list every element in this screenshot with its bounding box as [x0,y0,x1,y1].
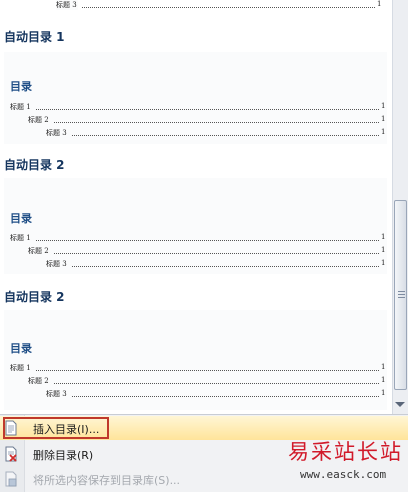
toc-leader-dots [54,382,379,384]
toc-leader-dots [72,134,379,136]
toc-leader-dots [54,252,379,254]
toc-line-label: 标题 3 [46,128,68,138]
toc-line-label: 标题 3 [46,389,68,399]
toc-page-number: 1 [381,115,386,123]
gallery-item-auto-toc-1[interactable]: 自动目录 1 目录 标题 1 1 标题 2 1 标题 3 1 [0,24,392,148]
menu-item-label: 插入目录(I)... [33,423,100,436]
toc-line-level-1: 标题 1 1 [10,363,386,373]
toc-line-level-3: 标题 3 1 [56,0,382,10]
toc-page-number: 1 [377,0,382,8]
toc-leader-dots [36,108,379,110]
gallery-item-heading: 自动目录 2 [4,290,65,304]
gallery-item-auto-toc-2[interactable]: 自动目录 2 目录 标题 1 1 标题 2 1 标题 3 1 [0,152,392,276]
gallery-item-heading: 自动目录 2 [4,158,65,172]
document-icon [5,420,17,436]
toc-leader-dots [54,121,379,123]
toc-line-level-2: 标题 2 1 [28,115,386,125]
toc-leader-dots [72,395,379,397]
menu-item-label: 删除目录(R) [33,449,94,462]
toc-leader-dots [36,369,379,371]
toc-preview-title: 目录 [10,80,32,93]
toc-line-label: 标题 2 [28,376,50,386]
toc-line-level-1: 标题 1 1 [10,233,386,243]
watermark-url: www.easck.com [300,468,387,481]
toc-line-label: 标题 3 [46,259,68,269]
toc-preview: 目录 标题 1 1 标题 2 1 标题 3 1 [4,178,387,274]
toc-page-number: 1 [381,246,386,254]
toc-page-number: 1 [381,363,386,371]
toc-preview-title: 目录 [10,212,32,225]
toc-leader-dots [36,239,379,241]
toc-line-level-3: 标题 3 1 [46,389,386,399]
toc-line-label: 标题 1 [10,233,32,243]
toc-line-label: 标题 1 [10,363,32,373]
save-to-library-icon [5,471,17,487]
gallery-item-heading: 自动目录 1 [4,30,65,44]
toc-line-level-3: 标题 3 1 [46,128,386,138]
toc-line-level-3: 标题 3 1 [46,259,386,269]
toc-leader-dots [72,265,379,267]
toc-page-number: 1 [381,233,386,241]
toc-line-label: 标题 3 [56,0,78,10]
toc-line-level-1: 标题 1 1 [10,102,386,112]
toc-page-number: 1 [381,389,386,397]
toc-line-label: 标题 1 [10,102,32,112]
toc-line-level-2: 标题 2 1 [28,376,386,386]
gallery-scrollbar[interactable] [392,0,408,414]
toc-leader-dots [82,6,375,8]
toc-preview: 目录 标题 1 1 标题 2 1 标题 3 1 [4,310,387,410]
scrollbar-grip-icon [398,291,405,299]
toc-line-label: 标题 2 [28,115,50,125]
toc-line-level-2: 标题 2 1 [28,246,386,256]
toc-page-number: 1 [381,259,386,267]
toc-page-number: 1 [381,128,386,136]
delete-document-icon [5,446,17,462]
toc-gallery: 标题 3 1 自动目录 1 目录 标题 1 1 标题 2 1 标题 3 1 自动… [0,0,392,414]
toc-preview-title: 目录 [10,342,32,355]
gallery-item-auto-toc-3[interactable]: 自动目录 2 目录 标题 1 1 标题 2 1 标题 3 1 [0,284,392,412]
scrollbar-thumb[interactable] [394,200,407,390]
toc-line-label: 标题 2 [28,246,50,256]
toc-page-number: 1 [381,102,386,110]
menu-item-label: 将所选内容保存到目录库(S)... [33,474,181,487]
toc-page-number: 1 [381,376,386,384]
scroll-down-arrow-icon[interactable] [395,402,405,407]
watermark-text: 易采站长站 [288,440,403,464]
toc-preview: 目录 标题 1 1 标题 2 1 标题 3 1 [4,52,387,144]
